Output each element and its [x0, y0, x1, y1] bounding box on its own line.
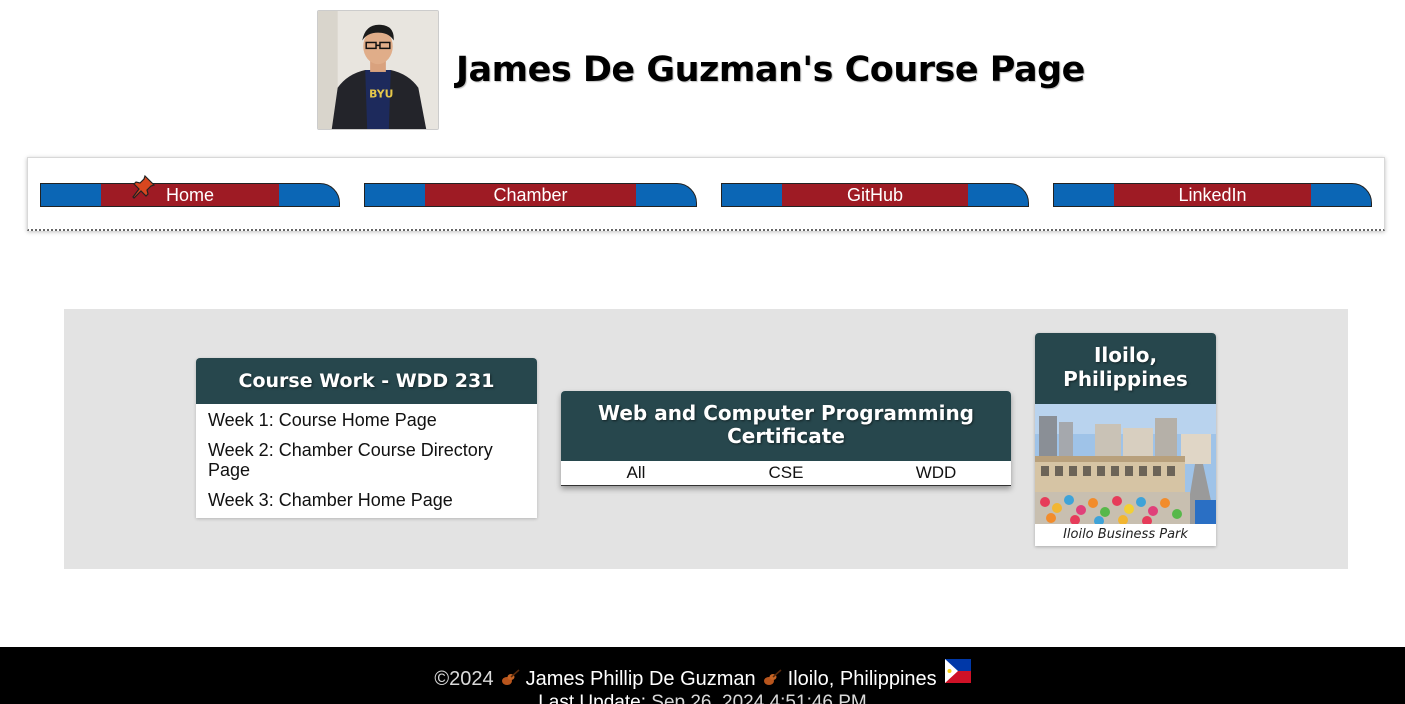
certificate-filters: All CSE WDD [561, 461, 1011, 486]
page-header: BYU James De Guzman's Course Page [317, 10, 1085, 130]
footer-location: Iloilo, Philippines [787, 668, 937, 690]
violin-icon [501, 669, 520, 685]
filter-all-button[interactable]: All [591, 463, 681, 483]
last-update-label: Last Update: [538, 692, 646, 704]
page-title: James De Guzman's Course Page [456, 50, 1085, 90]
filter-wdd-button[interactable]: WDD [891, 463, 981, 483]
course-work-item[interactable]: Week 2: Chamber Course Directory Page [208, 440, 525, 480]
page-footer: ©2024 James Phillip De Guzman Iloilo, Phil… [0, 647, 1405, 704]
course-work-card: Course Work - WDD 231 Week 1: Course Hom… [196, 358, 537, 518]
course-work-item[interactable]: Week 3: Chamber Home Page [208, 490, 525, 510]
nav-chamber-link[interactable]: Chamber [364, 183, 697, 207]
nav-chamber-label: Chamber [493, 185, 568, 205]
course-work-item[interactable]: Week 1: Course Home Page [208, 410, 525, 430]
main-content: Course Work - WDD 231 Week 1: Course Hom… [64, 309, 1348, 569]
main-navigation: Home Chamber GitHub LinkedIn [27, 157, 1385, 231]
svg-text:BYU: BYU [369, 88, 393, 101]
profile-photo-image: BYU [318, 11, 438, 129]
footer-copyright: ©2024 [434, 668, 494, 690]
violin-icon [763, 669, 782, 685]
nav-github-link[interactable]: GitHub [721, 183, 1029, 207]
nav-home-label: Home [165, 185, 214, 205]
nav-home-link[interactable]: Home [40, 183, 340, 207]
last-update-value: Sep 26, 2024 4:51:46 PM [651, 692, 867, 704]
place-caption: Iloilo Business Park [1063, 527, 1188, 542]
certificate-title: Web and Computer Programming Certificate [561, 391, 1011, 461]
nav-github-label: GitHub [846, 185, 904, 205]
filter-cse-button[interactable]: CSE [741, 463, 831, 483]
nav-linkedin-label: LinkedIn [1178, 185, 1247, 205]
footer-line-1: ©2024 James Phillip De Guzman Iloilo, Phil… [0, 647, 1405, 692]
course-work-list: Week 1: Course Home Page Week 2: Chamber… [196, 404, 537, 518]
course-work-title: Course Work - WDD 231 [196, 358, 537, 404]
nav-linkedin-link[interactable]: LinkedIn [1053, 183, 1372, 207]
place-title: Iloilo, Philippines [1035, 333, 1216, 404]
certificate-card: Web and Computer Programming Certificate… [561, 391, 1011, 486]
place-card: Iloilo, Philippines Iloilo Business Park [1035, 333, 1216, 546]
profile-photo: BYU [317, 10, 439, 130]
philippines-flag-icon [944, 659, 971, 683]
footer-name: James Phillip De Guzman [525, 668, 756, 690]
footer-line-2: Last Update: Sep 26, 2024 4:51:46 PM [0, 692, 1405, 704]
iloilo-business-park-photo [1035, 404, 1216, 524]
pushpin-icon [132, 174, 156, 199]
